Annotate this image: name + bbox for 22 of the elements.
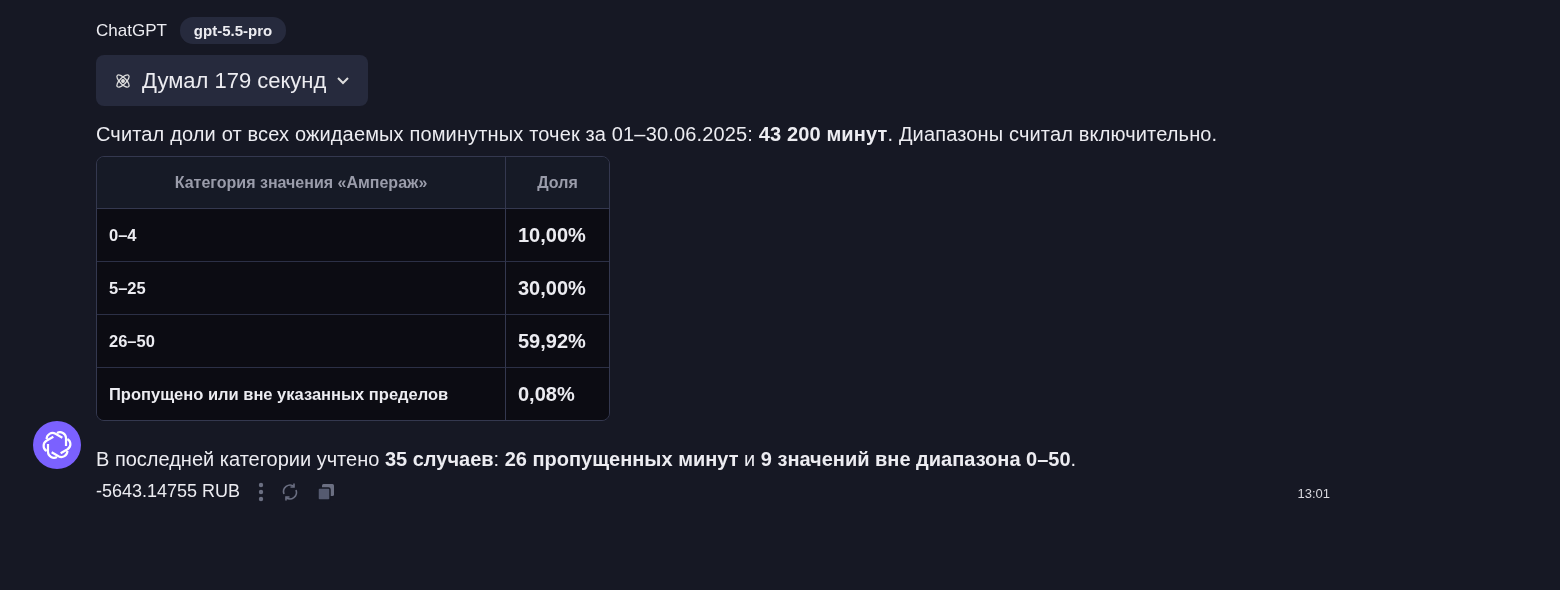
knot-logo-icon (41, 429, 73, 461)
table-cell: 26–50 (97, 315, 506, 368)
atom-icon (114, 71, 132, 90)
more-icon[interactable] (258, 481, 265, 502)
table-cell: 59,92% (506, 315, 609, 368)
table-cell: 5–25 (97, 262, 506, 315)
copy-icon[interactable] (316, 481, 337, 502)
column-header: Категория значения «Ампераж» (97, 157, 506, 209)
author-name: ChatGPT (96, 20, 167, 41)
column-header: Доля (506, 157, 609, 209)
table-cell: Пропущено или вне указанных пределов (97, 368, 506, 420)
table-cell: 30,00% (506, 262, 609, 315)
table-cell: 0–4 (97, 209, 506, 262)
table-cell: 10,00% (506, 209, 609, 262)
intro-paragraph: Считал доли от всех ожидаемых поминутных точек за 01–30.06.2025: 43 200 минут. Диапазоны считал включительно. (96, 122, 1219, 146)
summary-paragraph: В последней категории учтено 35 случаев: 26 пропущенных минут и 9 значений вне диапазона 0–50. (96, 447, 1078, 471)
cost-label: -5643.14755 RUB (96, 481, 241, 502)
message-time: 13:01 (1297, 486, 1330, 501)
chevron-down-icon (336, 76, 351, 85)
thinking-toggle[interactable]: Думал 179 секунд (96, 55, 369, 106)
model-badge: gpt-5.5-pro (179, 17, 287, 44)
table-cell: 0,08% (506, 368, 609, 420)
